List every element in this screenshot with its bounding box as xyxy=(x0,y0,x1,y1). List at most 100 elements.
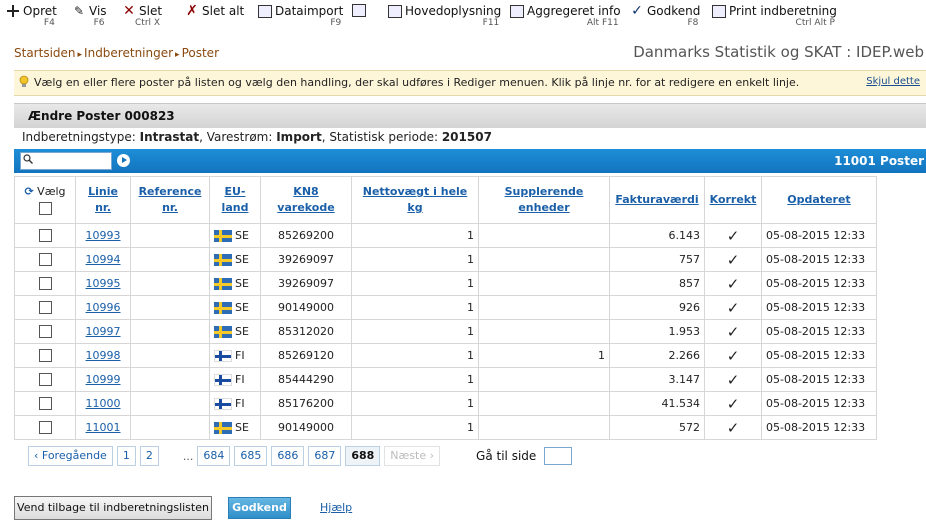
line-number-link[interactable]: 10999 xyxy=(86,373,121,386)
import-icon xyxy=(258,4,272,18)
column-supplementary[interactable]: Supplerende enheder xyxy=(478,176,610,224)
updated-cell: 05-08-2015 12:33 xyxy=(761,319,877,344)
kn8-cell: 85312020 xyxy=(260,319,352,344)
delete-all-button[interactable]: ✗ Slet alt xyxy=(185,4,244,32)
supplementary-cell xyxy=(478,391,610,416)
reference-cell xyxy=(130,223,210,248)
row-select-cell xyxy=(14,271,76,296)
line-cell: 10993 xyxy=(75,223,131,248)
line-number-link[interactable]: 10997 xyxy=(86,325,121,338)
page-button[interactable]: 1 xyxy=(116,446,136,466)
column-reference[interactable]: Reference nr. xyxy=(130,176,210,224)
weight-cell: 1 xyxy=(351,391,479,416)
table-row: 10995 SE 39269097 1 857 ✓ 05-08-2015 12:33 xyxy=(14,271,877,296)
line-number-link[interactable]: 10998 xyxy=(86,349,121,362)
search-input[interactable] xyxy=(20,152,112,170)
search-go-button[interactable] xyxy=(117,154,130,167)
row-checkbox[interactable] xyxy=(38,373,52,387)
breadcrumb-home[interactable]: Startsiden xyxy=(14,46,76,60)
flag-icon xyxy=(214,302,232,314)
weight-cell: 1 xyxy=(351,271,479,296)
invoice-cell: 1.953 xyxy=(609,319,705,344)
row-checkbox[interactable] xyxy=(38,397,52,411)
updated-cell: 05-08-2015 12:33 xyxy=(761,391,877,416)
column-country[interactable]: EU-land xyxy=(209,176,261,224)
approve-button[interactable]: Godkend xyxy=(228,497,291,519)
column-line[interactable]: Linie nr. xyxy=(75,176,131,224)
page-button[interactable]: 684 xyxy=(197,446,231,466)
page-button[interactable]: 687 xyxy=(308,446,342,466)
line-cell: 10997 xyxy=(75,319,131,344)
line-number-link[interactable]: 10993 xyxy=(86,229,121,242)
country-cell: SE xyxy=(209,247,261,272)
line-number-link[interactable]: 10996 xyxy=(86,301,121,314)
row-checkbox[interactable] xyxy=(38,277,52,291)
supplementary-cell xyxy=(478,415,610,440)
weight-cell: 1 xyxy=(351,247,479,272)
row-checkbox[interactable] xyxy=(38,421,52,435)
column-weight[interactable]: Nettovægt i hele kg xyxy=(351,176,479,224)
row-checkbox[interactable] xyxy=(38,301,52,315)
previous-page-button[interactable]: ‹ Foregående xyxy=(28,446,113,466)
flag-icon xyxy=(214,230,232,242)
column-correct[interactable]: Korrekt xyxy=(704,176,762,224)
line-number-link[interactable]: 10995 xyxy=(86,277,121,290)
row-select-cell xyxy=(14,247,76,272)
page-button[interactable]: 685 xyxy=(234,446,268,466)
updated-cell: 05-08-2015 12:33 xyxy=(761,295,877,320)
row-checkbox[interactable] xyxy=(38,325,52,339)
view-button[interactable]: ✎ Vis F6 xyxy=(72,4,107,32)
page-button[interactable]: 2 xyxy=(139,446,159,466)
copy-button[interactable] xyxy=(352,4,366,32)
checkmark-icon: ✓ xyxy=(631,3,643,19)
line-cell: 10995 xyxy=(75,271,131,296)
help-link[interactable]: Hjælp xyxy=(320,501,352,514)
table-row: 10996 SE 90149000 1 926 ✓ 05-08-2015 12:33 xyxy=(14,295,877,320)
breadcrumb-items[interactable]: Poster xyxy=(182,46,219,60)
dataimport-button[interactable]: Dataimport F9 xyxy=(258,4,343,32)
create-button[interactable]: Opret F4 xyxy=(6,4,57,32)
items-table: ⟳ Vælg Linie nr. Reference nr. EU-land K… xyxy=(14,176,877,440)
row-checkbox[interactable] xyxy=(38,349,52,363)
checkmark-icon: ✓ xyxy=(704,367,762,392)
goto-page-input[interactable] xyxy=(544,447,573,465)
hide-info-link[interactable]: Skjul dette xyxy=(866,76,920,87)
table-row: 10993 SE 85269200 1 6.143 ✓ 05-08-2015 12:33 xyxy=(14,223,877,248)
updated-cell: 05-08-2015 12:33 xyxy=(761,223,877,248)
select-all-checkbox[interactable] xyxy=(38,201,52,215)
column-invoice[interactable]: Fakturaværdi xyxy=(609,176,705,224)
next-page-button[interactable]: Næste › xyxy=(384,446,441,466)
column-kn8[interactable]: KN8 varekode xyxy=(260,176,352,224)
refresh-icon[interactable]: ⟳ xyxy=(24,185,33,198)
supplementary-cell xyxy=(478,367,610,392)
print-button[interactable]: Print indberetning Ctrl Alt P xyxy=(712,4,837,32)
column-updated[interactable]: Opdateret xyxy=(761,176,877,224)
row-checkbox[interactable] xyxy=(38,253,52,267)
supplementary-cell xyxy=(478,271,610,296)
breadcrumb-separator-icon: ▸ xyxy=(77,50,83,60)
page-button[interactable]: 686 xyxy=(271,446,305,466)
page-button[interactable]: 688 xyxy=(345,446,381,466)
delete-button[interactable]: ✕ Slet Ctrl X xyxy=(122,4,162,32)
updated-cell: 05-08-2015 12:33 xyxy=(761,271,877,296)
line-cell: 11000 xyxy=(75,391,131,416)
breadcrumb-reports[interactable]: Indberetninger xyxy=(84,46,173,60)
line-number-link[interactable]: 11001 xyxy=(86,421,121,434)
breadcrumb: Startsiden ▸ Indberetninger ▸ Poster xyxy=(14,46,219,60)
line-number-link[interactable]: 11000 xyxy=(86,397,121,410)
approve-toolbar-button[interactable]: ✓ Godkend F8 xyxy=(630,4,700,32)
reference-cell xyxy=(130,343,210,368)
weight-cell: 1 xyxy=(351,343,479,368)
line-number-link[interactable]: 10994 xyxy=(86,253,121,266)
flag-icon xyxy=(214,374,232,386)
back-to-list-button[interactable]: Vend tilbage til indberetningslisten xyxy=(14,496,212,520)
country-cell: SE xyxy=(209,319,261,344)
aggregate-info-button[interactable]: Aggregeret info Alt F11 xyxy=(510,4,621,32)
main-info-button[interactable]: Hovedoplysning F11 xyxy=(388,4,501,32)
flag-icon xyxy=(214,398,232,410)
kn8-cell: 90149000 xyxy=(260,415,352,440)
info-bar: Vælg en eller flere poster på listen og … xyxy=(14,70,926,96)
row-checkbox[interactable] xyxy=(38,229,52,243)
country-cell: SE xyxy=(209,223,261,248)
checkmark-icon: ✓ xyxy=(704,295,762,320)
